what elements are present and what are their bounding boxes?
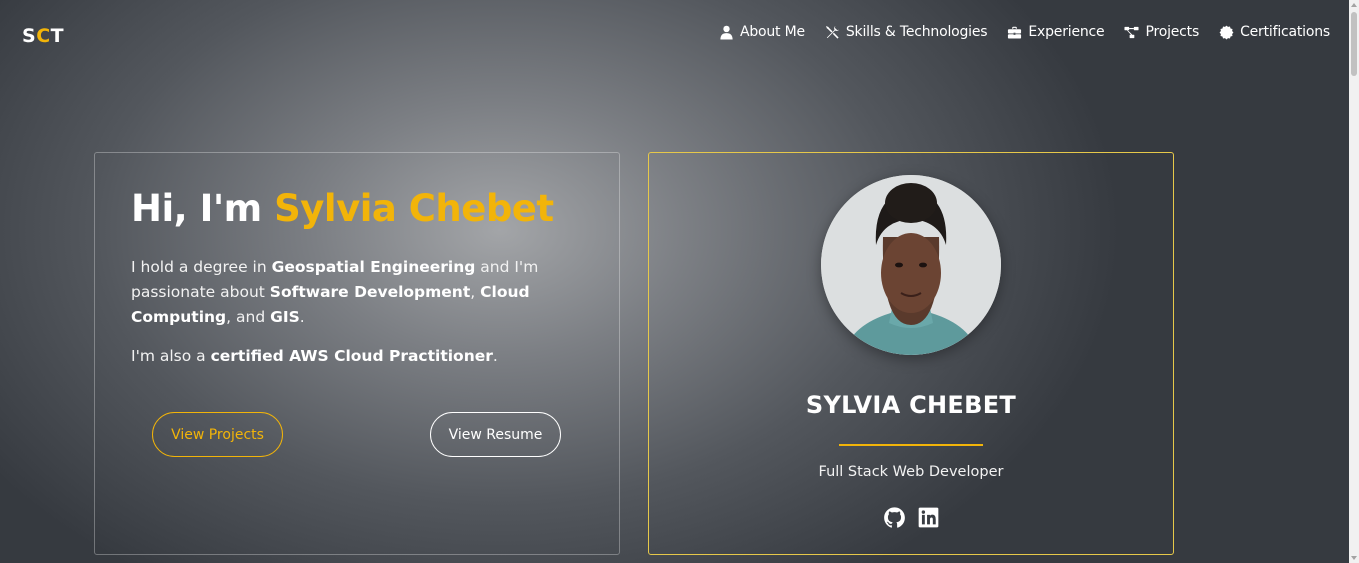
nav-label: About Me — [739, 24, 805, 40]
profile-name: SYLVIA CHEBET — [805, 391, 1017, 419]
nav-item-experience[interactable]: Experience — [1007, 24, 1105, 40]
highlight-geospatial: Geospatial Engineering — [271, 258, 476, 276]
highlight-gis: GIS — [270, 308, 300, 326]
github-icon[interactable] — [883, 507, 905, 528]
hero-title: Hi, I'm Sylvia Chebet — [131, 187, 554, 230]
nav-label: Certifications — [1240, 24, 1330, 40]
text-segment: I hold a degree in — [131, 258, 272, 276]
navbar: SCT About Me Skills & Technologies Exper… — [0, 0, 1349, 68]
text-segment: . — [492, 347, 498, 365]
avatar — [821, 175, 1001, 355]
highlight-software-dev: Software Development — [269, 283, 471, 301]
nav-label: Skills & Technologies — [845, 24, 988, 40]
logo-letter-c: C — [36, 25, 51, 47]
divider — [839, 444, 983, 446]
nav-item-projects[interactable]: Projects — [1124, 24, 1199, 40]
nav-menu: About Me Skills & Technologies Experienc… — [719, 24, 1330, 40]
project-diagram-icon — [1124, 26, 1139, 38]
linkedin-icon[interactable] — [918, 507, 939, 528]
hero-certification-text: I'm also a certified AWS Cloud Practitio… — [131, 344, 571, 369]
user-icon — [720, 25, 733, 40]
text-segment: , — [470, 283, 481, 301]
text-segment: I'm also a — [131, 347, 211, 365]
highlight-aws: certified AWS Cloud Practitioner — [210, 347, 493, 365]
hero-description: I hold a degree in Geospatial Engineerin… — [131, 255, 571, 330]
hero-name: Sylvia Chebet — [274, 187, 554, 230]
profile-role: Full Stack Web Developer — [818, 464, 1004, 480]
social-links — [649, 507, 1173, 528]
nav-item-skills[interactable]: Skills & Technologies — [825, 24, 988, 40]
nav-item-about-me[interactable]: About Me — [719, 24, 805, 40]
tools-icon — [825, 25, 839, 39]
hero-greeting: Hi, I'm — [131, 187, 275, 230]
profile-photo — [821, 175, 1001, 355]
briefcase-icon — [1008, 26, 1022, 38]
logo-letter-s: S — [22, 25, 37, 47]
logo-letter-t: T — [50, 25, 65, 47]
intro-card: Hi, I'm Sylvia Chebet I hold a degree in… — [94, 152, 620, 555]
site-logo[interactable]: SCT — [22, 25, 64, 47]
nav-label: Experience — [1028, 24, 1105, 40]
text-segment: . — [299, 308, 305, 326]
profile-card: SYLVIA CHEBET Full Stack Web Developer — [648, 152, 1174, 555]
scrollbar[interactable] — [1349, 0, 1359, 563]
view-projects-button[interactable]: View Projects — [152, 412, 283, 457]
nav-item-certifications[interactable]: Certifications — [1219, 24, 1330, 40]
scroll-up-arrow-icon[interactable] — [1351, 3, 1357, 7]
text-segment: , and — [226, 308, 271, 326]
scrollbar-thumb[interactable] — [1351, 12, 1357, 76]
view-resume-button[interactable]: View Resume — [430, 412, 561, 457]
nav-label: Projects — [1145, 24, 1200, 40]
certificate-icon — [1219, 25, 1234, 39]
scroll-down-arrow-icon[interactable] — [1351, 556, 1357, 560]
